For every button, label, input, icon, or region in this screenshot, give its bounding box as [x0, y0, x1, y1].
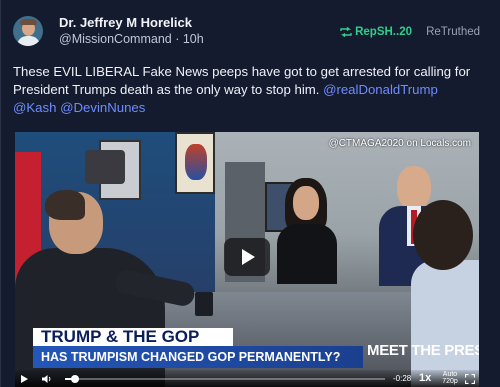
lower-third-title: TRUMP & THE GOP	[33, 328, 233, 346]
retruth-by-name: RepSH..20	[355, 26, 412, 38]
play-icon[interactable]	[224, 238, 270, 276]
studio-painting	[175, 132, 215, 194]
quality-mode: Auto	[442, 371, 458, 378]
truth-post: Dr. Jeffrey M Horelick @MissionCommand ·…	[0, 0, 500, 387]
separator: ·	[171, 32, 183, 46]
post-time[interactable]: 10h	[183, 32, 204, 46]
volume-icon[interactable]	[41, 374, 53, 384]
coffee-mug	[195, 292, 213, 316]
retruth-by[interactable]: RepSH..20	[340, 26, 412, 38]
post-text: These EVIL LIBERAL Fake News peeps have …	[13, 63, 493, 117]
video-controls: -0:28 1x Auto 720p	[15, 370, 479, 387]
author-name[interactable]: Dr. Jeffrey M Horelick	[59, 15, 192, 30]
control-play-icon[interactable]	[21, 375, 28, 383]
time-remaining: -0:28	[393, 374, 412, 383]
progress-knob[interactable]	[70, 375, 79, 383]
lower-third-subtitle: HAS TRUMPISM CHANGED GOP PERMANENTLY?	[33, 346, 363, 368]
video-watermark: @CTMAGA2020 on Locals.com	[328, 138, 471, 149]
playback-speed[interactable]: 1x	[419, 372, 431, 384]
mention-devinnunes[interactable]: @DevinNunes	[60, 100, 145, 115]
mention-kash[interactable]: @Kash	[13, 100, 56, 115]
video-player[interactable]: @CTMAGA2020 on Locals.com TRUMP & THE GO…	[15, 132, 479, 387]
quality-selector[interactable]: Auto 720p	[441, 371, 459, 385]
fullscreen-icon[interactable]	[465, 374, 475, 384]
retruth-status: ReTruthed	[426, 26, 480, 38]
show-logo: MEET THE PRESS	[367, 342, 479, 359]
lower-third: TRUMP & THE GOP HAS TRUMPISM CHANGED GOP…	[15, 328, 479, 370]
author-handle-line: @MissionCommand · 10h	[59, 32, 204, 46]
studio-camera	[85, 150, 125, 184]
mention-realdonaldtrump[interactable]: @realDonaldTrump	[323, 82, 438, 97]
retruth-arrows-icon	[340, 26, 352, 38]
progress-bar[interactable]	[65, 375, 385, 383]
avatar[interactable]	[13, 16, 43, 46]
quality-resolution: 720p	[442, 378, 458, 385]
post-header: Dr. Jeffrey M Horelick @MissionCommand ·…	[11, 14, 490, 48]
panelist-woman	[277, 178, 337, 284]
author-handle[interactable]: @MissionCommand	[59, 32, 172, 46]
